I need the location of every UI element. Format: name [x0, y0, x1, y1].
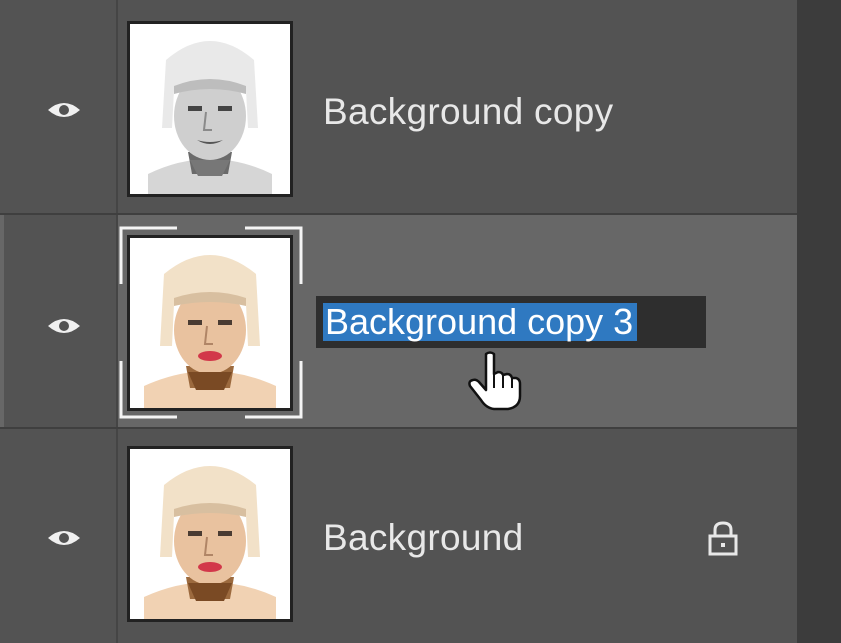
layer-name-selected-text[interactable]: Background copy 3: [323, 303, 638, 341]
visibility-column[interactable]: [4, 429, 118, 643]
selection-corner-icon: [245, 226, 303, 284]
eye-icon[interactable]: [47, 528, 81, 548]
layer-row[interactable]: Background copy: [0, 0, 797, 213]
layer-row[interactable]: Background: [0, 429, 797, 643]
visibility-column[interactable]: [4, 0, 118, 213]
layer-name-edit-field[interactable]: Background copy 3: [316, 296, 706, 348]
lock-icon[interactable]: [704, 519, 742, 557]
selection-corner-icon: [245, 361, 303, 419]
eye-icon[interactable]: [47, 100, 81, 120]
eye-icon[interactable]: [47, 316, 81, 336]
panel-scroll-gutter[interactable]: [797, 0, 841, 643]
layer-thumbnail[interactable]: [127, 446, 293, 622]
layer-name[interactable]: Background copy: [323, 91, 613, 133]
hand-cursor-icon: [468, 351, 522, 411]
layer-thumbnail[interactable]: [127, 21, 293, 197]
visibility-column[interactable]: [4, 215, 118, 427]
selection-corner-icon: [119, 226, 177, 284]
layer-name[interactable]: Background: [323, 517, 523, 559]
selection-corner-icon: [119, 361, 177, 419]
